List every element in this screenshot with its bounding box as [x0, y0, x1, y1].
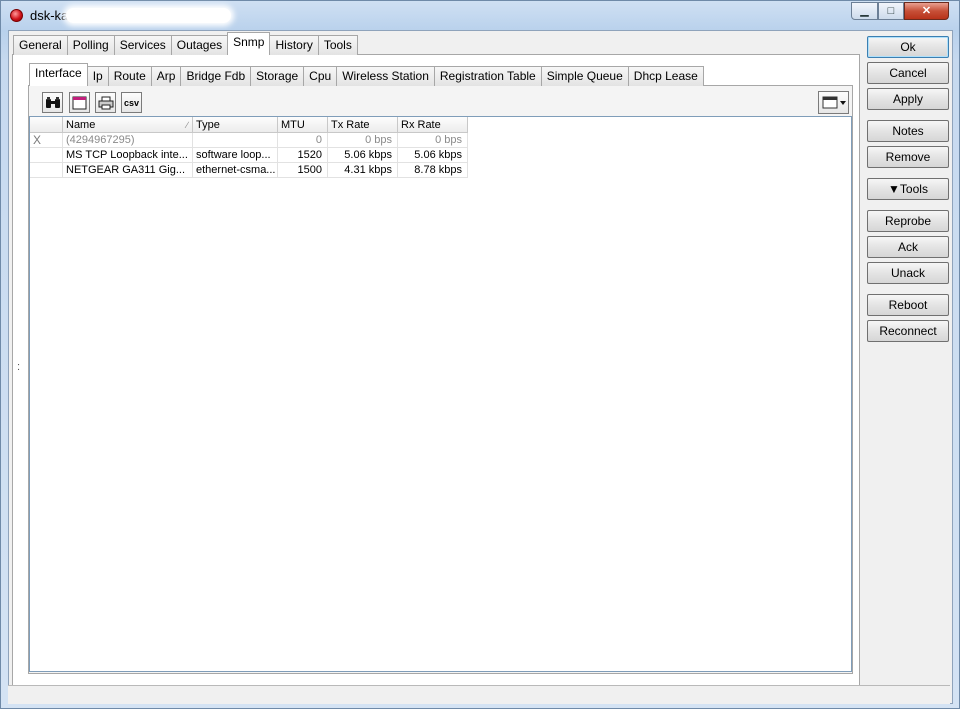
table-header: Name ∕ Type MTU Tx Rate Rx Rate	[30, 117, 851, 133]
column-header-tx-rate[interactable]: Tx Rate	[328, 117, 398, 133]
export-csv-button[interactable]: csv	[121, 92, 142, 113]
row-flag	[30, 163, 63, 178]
maximize-button[interactable]: □	[878, 2, 904, 20]
row-rx-rate: 8.78 kbps	[398, 163, 468, 178]
sort-arrow-icon: ∕	[186, 120, 188, 130]
reprobe-button[interactable]: Reprobe	[867, 210, 949, 232]
table-row[interactable]: X (4294967295) 0 0 bps 0 bps	[30, 133, 470, 148]
row-type: software loop...	[193, 148, 278, 163]
reboot-button[interactable]: Reboot	[867, 294, 949, 316]
row-flag: X	[30, 133, 63, 148]
tab-registration-table[interactable]: Registration Table	[433, 66, 542, 86]
row-mtu: 0	[278, 133, 328, 148]
redacted-title-area	[66, 8, 231, 23]
window-icon	[72, 96, 87, 109]
close-button[interactable]: ✕	[904, 2, 949, 20]
splitter-handle[interactable]: :	[17, 361, 20, 373]
column-selector-button[interactable]	[818, 91, 849, 114]
tab-general[interactable]: General	[13, 35, 68, 55]
row-mtu: 1500	[278, 163, 328, 178]
tab-simple-queue[interactable]: Simple Queue	[540, 66, 629, 86]
row-rx-rate: 5.06 kbps	[398, 148, 468, 163]
column-header-flag[interactable]	[30, 117, 63, 133]
tools-menu-button[interactable]: ▼Tools	[867, 178, 949, 200]
unack-button[interactable]: Unack	[867, 262, 949, 284]
row-tx-rate: 5.06 kbps	[328, 148, 398, 163]
tab-storage[interactable]: Storage	[250, 66, 305, 86]
client-area: General Polling Services Outages Snmp Hi…	[8, 30, 953, 704]
printer-icon	[98, 96, 113, 109]
table-row[interactable]: MS TCP Loopback inte... software loop...…	[30, 148, 470, 163]
open-window-button[interactable]	[69, 92, 90, 113]
window-title: dsk-ka	[30, 8, 69, 23]
print-button[interactable]	[95, 92, 116, 113]
app-icon	[10, 9, 23, 22]
status-bar	[8, 685, 950, 704]
tab-bridge-fdb[interactable]: Bridge Fdb	[180, 66, 252, 86]
remove-button[interactable]: Remove	[867, 146, 949, 168]
column-selector-icon	[822, 96, 846, 109]
snmp-tab-bar: Interface Ip Route Arp Bridge Fdb Storag…	[29, 63, 704, 86]
tab-ip[interactable]: Ip	[86, 66, 109, 86]
row-type: ethernet-csma...	[193, 163, 278, 178]
tab-services[interactable]: Services	[113, 35, 172, 55]
row-mtu: 1520	[278, 148, 328, 163]
tab-dhcp-lease[interactable]: Dhcp Lease	[627, 66, 704, 86]
tab-route[interactable]: Route	[107, 66, 152, 86]
row-flag	[30, 148, 63, 163]
apply-button[interactable]: Apply	[867, 88, 949, 110]
tab-wireless-station[interactable]: Wireless Station	[336, 66, 435, 86]
find-button[interactable]	[42, 92, 63, 113]
table-row[interactable]: NETGEAR GA311 Gig... ethernet-csma... 15…	[30, 163, 470, 178]
column-header-rx-rate[interactable]: Rx Rate	[398, 117, 468, 133]
row-type	[193, 133, 278, 148]
tab-snmp[interactable]: Snmp	[227, 32, 271, 55]
column-header-name-label: Name	[66, 119, 96, 131]
tab-cpu[interactable]: Cpu	[303, 66, 338, 86]
tab-tools[interactable]: Tools	[317, 35, 358, 55]
column-header-mtu[interactable]: MTU	[278, 117, 328, 133]
ack-button[interactable]: Ack	[867, 236, 949, 258]
reconnect-button[interactable]: Reconnect	[867, 320, 949, 342]
row-rx-rate: 0 bps	[398, 133, 468, 148]
interface-table: Name ∕ Type MTU Tx Rate Rx Rate X (42949…	[29, 116, 852, 672]
ok-button[interactable]: Ok	[867, 36, 949, 58]
row-tx-rate: 0 bps	[328, 133, 398, 148]
row-name: MS TCP Loopback inte...	[63, 148, 193, 163]
tab-arp[interactable]: Arp	[150, 66, 182, 86]
row-name: NETGEAR GA311 Gig...	[63, 163, 193, 178]
row-tx-rate: 4.31 kbps	[328, 163, 398, 178]
cancel-button[interactable]: Cancel	[867, 62, 949, 84]
tab-history[interactable]: History	[269, 35, 319, 55]
main-tab-bar: General Polling Services Outages Snmp Hi…	[13, 32, 358, 55]
binoculars-icon	[45, 96, 60, 108]
row-name: (4294967295)	[63, 133, 193, 148]
column-header-name[interactable]: Name ∕	[63, 117, 193, 133]
title-bar[interactable]: dsk-ka ▁ □ ✕	[1, 1, 959, 29]
column-header-type[interactable]: Type	[193, 117, 278, 133]
dialog-window: dsk-ka ▁ □ ✕ General Polling Services Ou…	[0, 0, 960, 709]
tab-polling[interactable]: Polling	[66, 35, 115, 55]
minimize-button[interactable]: ▁	[851, 2, 878, 20]
tab-interface[interactable]: Interface	[29, 63, 88, 86]
tab-outages[interactable]: Outages	[170, 35, 229, 55]
notes-button[interactable]: Notes	[867, 120, 949, 142]
